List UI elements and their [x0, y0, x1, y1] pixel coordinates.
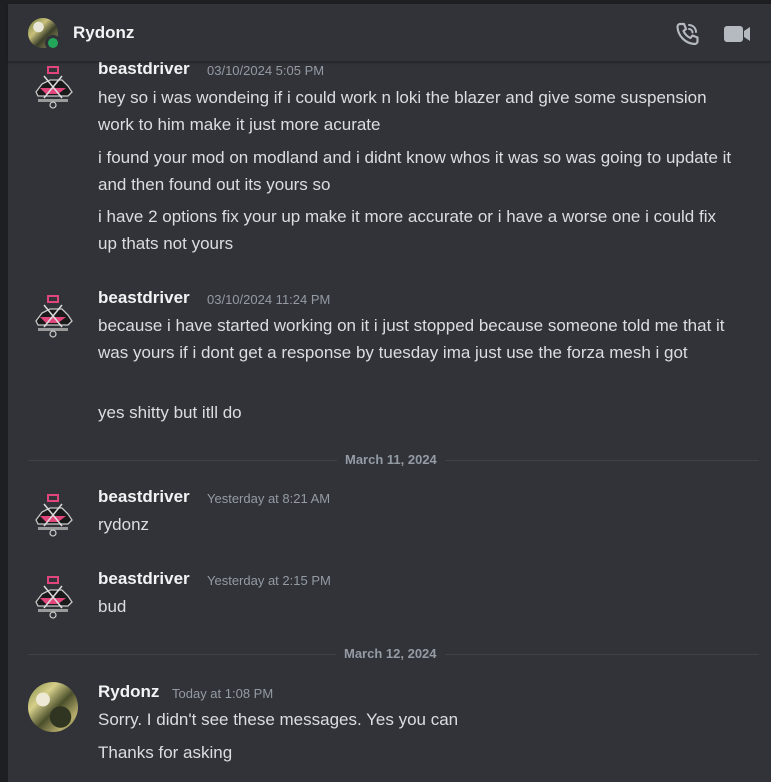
date-divider: March 11, 2024 [28, 452, 759, 467]
message-timestamp: Today at 1:08 PM [172, 686, 274, 701]
message-text: hey so i was wondeing if i could work n … [98, 88, 707, 134]
message-text: rydonz [98, 515, 150, 534]
message-list[interactable]: beastdriver 03/10/2024 5:05 PM hey so i … [8, 59, 771, 782]
header-avatar[interactable] [28, 18, 61, 51]
message-timestamp: Yesterday at 2:15 PM [207, 573, 331, 588]
user-avatar[interactable] [28, 62, 78, 112]
dm-header: Rydonz [8, 4, 771, 62]
dm-recipient-name[interactable]: Rydonz [73, 23, 134, 43]
message-text: yes shitty but itll do [98, 403, 242, 422]
message-text: because i have started working on it i j… [98, 316, 725, 362]
message-author[interactable]: Rydonz [98, 682, 159, 702]
message-text: i found your mod on modland and i didnt … [98, 148, 732, 194]
date-divider-label: March 11, 2024 [337, 452, 445, 467]
message-author[interactable]: beastdriver [98, 59, 190, 79]
user-avatar[interactable] [28, 572, 78, 622]
message-timestamp: 03/10/2024 5:05 PM [207, 63, 325, 78]
user-avatar[interactable] [28, 490, 78, 540]
message-text: Sorry. I didn't see these messages. Yes … [98, 710, 459, 729]
date-divider: March 12, 2024 [28, 646, 759, 661]
phone-call-icon[interactable] [674, 21, 702, 47]
message-author[interactable]: beastdriver [98, 487, 190, 507]
left-edge [0, 0, 8, 782]
user-avatar[interactable] [28, 291, 78, 341]
message-text: Thanks for asking [98, 743, 233, 762]
message-author[interactable]: beastdriver [98, 288, 190, 308]
message-text: i have 2 options fix your up make it mor… [98, 207, 716, 253]
message-timestamp: 03/10/2024 11:24 PM [207, 292, 331, 307]
message-text: bud [98, 597, 127, 616]
message-author[interactable]: beastdriver [98, 569, 190, 589]
message-timestamp: Yesterday at 8:21 AM [207, 491, 331, 506]
car-logo-icon [28, 291, 78, 341]
user-avatar[interactable] [28, 682, 78, 732]
car-logo-icon [28, 572, 78, 622]
online-status-indicator [45, 35, 61, 51]
video-camera-icon[interactable] [723, 21, 751, 47]
car-logo-icon [28, 490, 78, 540]
car-logo-icon [28, 62, 78, 112]
date-divider-label: March 12, 2024 [336, 646, 445, 661]
